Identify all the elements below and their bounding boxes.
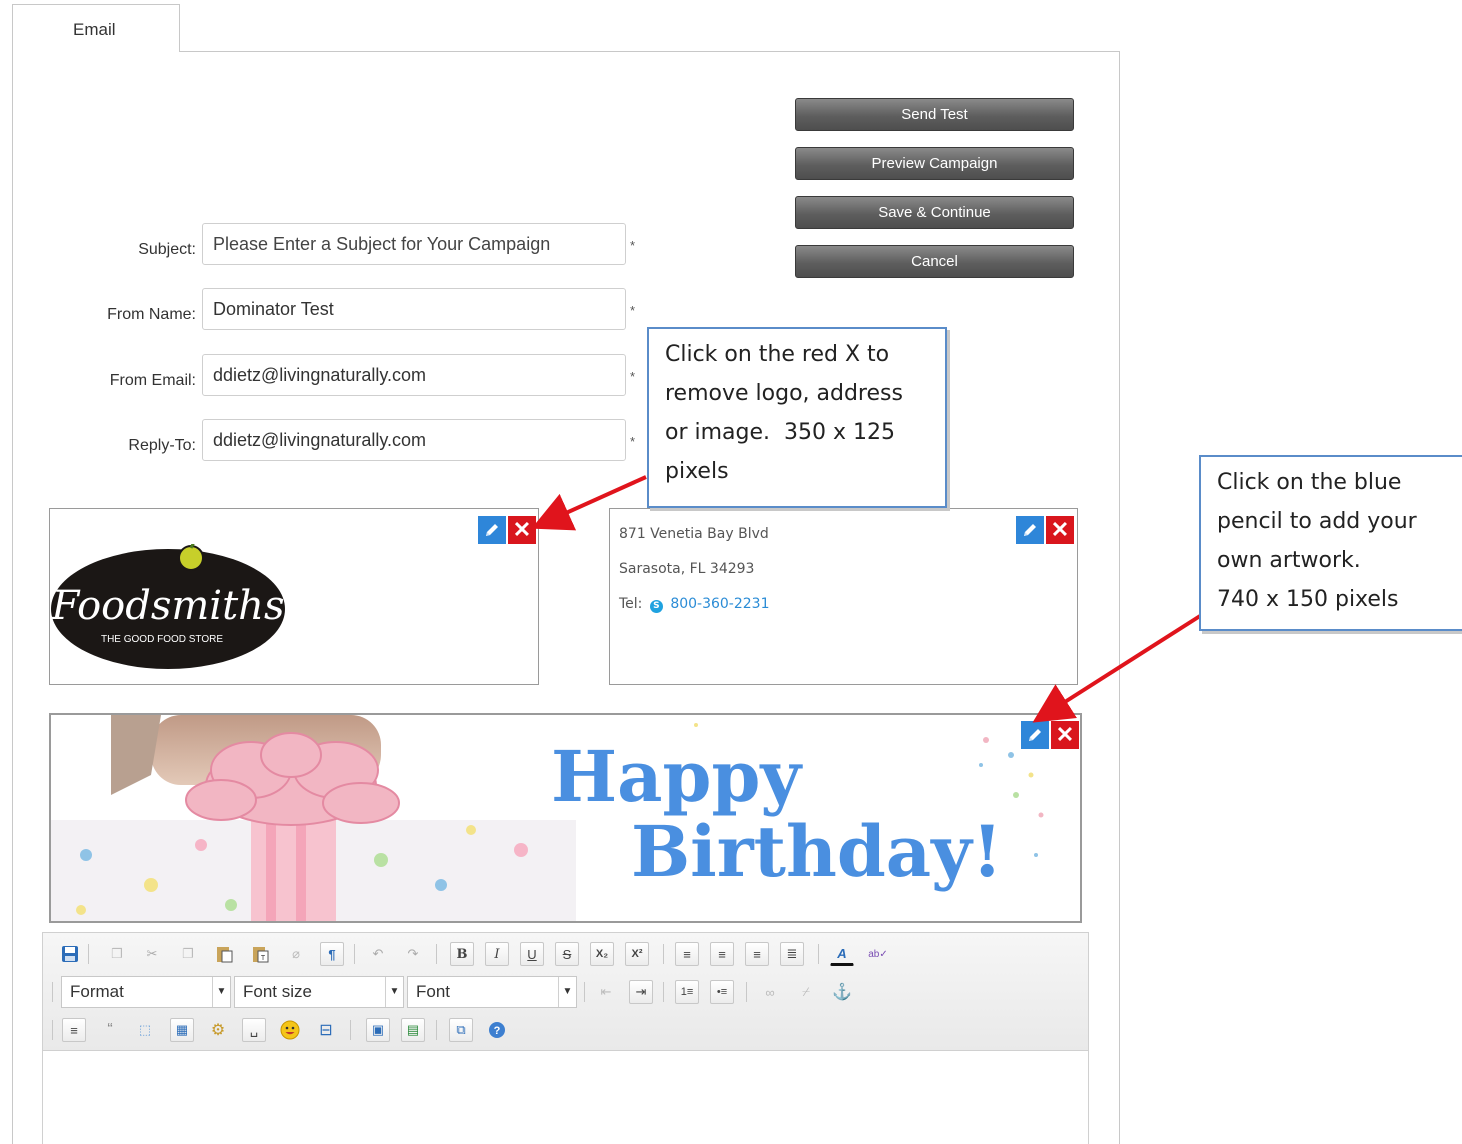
text-color-icon[interactable]: A — [830, 942, 854, 966]
bold-icon[interactable]: B — [450, 942, 474, 966]
horizontal-rule-icon[interactable]: ⊟ — [314, 1018, 338, 1042]
toolbar-separator — [663, 944, 664, 964]
numbered-list-icon[interactable]: 1≡ — [675, 980, 699, 1004]
callout-remove-tip: Click on the red X to remove logo, addre… — [647, 327, 947, 508]
callout-remove-line2: remove logo, address — [665, 381, 903, 406]
callout-remove-line3: or image. 350 x 125 — [665, 420, 895, 445]
editor-content-area[interactable] — [43, 1051, 1088, 1144]
bulleted-list-icon[interactable]: •≡ — [710, 980, 734, 1004]
font-size-select[interactable]: Font size ▼ — [234, 976, 404, 1008]
toolbar-separator — [436, 1020, 437, 1040]
toolbar-separator — [350, 1020, 351, 1040]
paste-icon[interactable] — [212, 942, 236, 966]
help-icon[interactable]: ? — [485, 1018, 509, 1042]
format-select-label: Format — [70, 982, 124, 1001]
callout-remove-line1: Click on the red X to — [665, 342, 890, 367]
toolbar-separator — [88, 944, 89, 964]
callout-pencil-tip: Click on the blue pencil to add your own… — [1199, 455, 1462, 631]
anchor-icon[interactable]: ⚓ — [830, 980, 854, 1004]
link-icon[interactable]: ∞ — [758, 980, 782, 1004]
callout-pencil-line1: Click on the blue — [1217, 470, 1402, 495]
div-container-icon[interactable]: ≡ — [62, 1018, 86, 1042]
format-select[interactable]: Format ▼ — [61, 976, 231, 1008]
copy-icon[interactable]: ❐ — [176, 942, 200, 966]
toolbar-separator — [436, 944, 437, 964]
cut-icon[interactable]: ✂ — [140, 942, 164, 966]
smiley-icon[interactable] — [278, 1018, 302, 1042]
spellcheck-icon[interactable]: ab✓ — [866, 942, 890, 966]
underline-icon[interactable]: U — [520, 942, 544, 966]
blockquote-icon[interactable]: “ — [98, 1018, 122, 1042]
chevron-down-icon: ▼ — [385, 977, 403, 1007]
svg-text:T: T — [261, 955, 266, 962]
select-all-icon[interactable]: ⬚ — [133, 1018, 157, 1042]
undo-icon[interactable]: ↶ — [366, 942, 390, 966]
toolbar-separator — [52, 982, 53, 1002]
redo-icon[interactable]: ↷ — [401, 942, 425, 966]
callout-pencil-line3: own artwork. — [1217, 548, 1361, 573]
font-select-label: Font — [416, 982, 451, 1001]
callout-pencil-line4: 740 x 150 pixels — [1217, 587, 1399, 612]
align-left-icon[interactable]: ≡ — [675, 942, 699, 966]
svg-text:?: ? — [494, 1025, 501, 1037]
subscript-icon[interactable]: X₂ — [590, 942, 614, 966]
toolbar-separator — [52, 1020, 53, 1040]
image-icon[interactable]: ▣ — [366, 1018, 390, 1042]
align-right-icon[interactable]: ≡ — [745, 942, 769, 966]
chevron-down-icon: ▼ — [212, 977, 230, 1007]
indent-icon[interactable]: ⇥ — [629, 980, 653, 1004]
chevron-down-icon: ▼ — [558, 977, 576, 1007]
outdent-icon[interactable]: ⇤ — [594, 980, 618, 1004]
italic-icon[interactable]: I — [485, 942, 509, 966]
nonbreaking-space-icon[interactable]: ␣ — [242, 1018, 266, 1042]
eraser-icon[interactable]: ⌀ — [284, 942, 308, 966]
align-justify-icon[interactable]: ≣ — [780, 942, 804, 966]
tab-email[interactable]: Email — [12, 4, 180, 52]
tab-email-label: Email — [73, 20, 116, 39]
save-icon[interactable] — [58, 942, 82, 966]
gear-icon[interactable]: ⚙ — [206, 1018, 230, 1042]
toolbar-separator — [746, 982, 747, 1002]
callout-remove-line4: pixels — [665, 459, 729, 484]
align-center-icon[interactable]: ≡ — [710, 942, 734, 966]
toolbar-separator — [818, 944, 819, 964]
templates-icon[interactable]: ▦ — [170, 1018, 194, 1042]
paste-text-icon[interactable]: T — [248, 942, 272, 966]
unlink-icon[interactable]: ⌿ — [794, 980, 818, 1004]
show-blocks-icon[interactable]: ¶ — [320, 942, 344, 966]
toolbar-separator — [663, 982, 664, 1002]
new-page-icon[interactable]: ❒ — [105, 942, 129, 966]
toolbar-separator — [584, 982, 585, 1002]
superscript-icon[interactable]: X² — [625, 942, 649, 966]
toolbar-separator — [354, 944, 355, 964]
video-icon[interactable]: ▤ — [401, 1018, 425, 1042]
strikethrough-icon[interactable]: S — [555, 942, 579, 966]
font-select[interactable]: Font ▼ — [407, 976, 577, 1008]
callout-pencil-line2: pencil to add your — [1217, 509, 1417, 534]
maximize-icon[interactable]: ⧉ — [449, 1018, 473, 1042]
font-size-select-label: Font size — [243, 982, 312, 1001]
